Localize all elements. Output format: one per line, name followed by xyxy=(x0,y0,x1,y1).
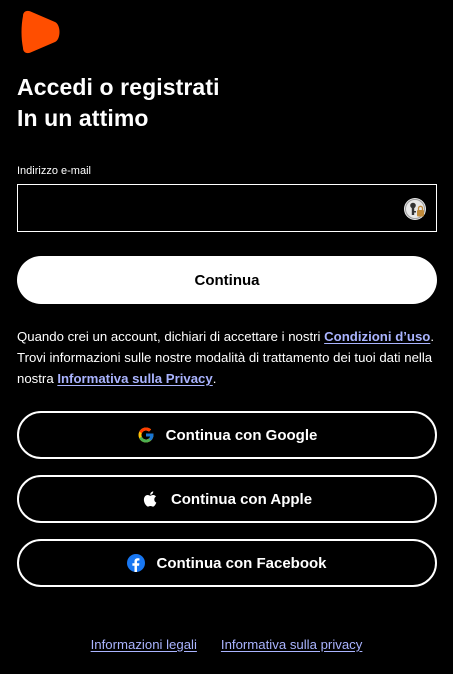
legal-info-link[interactable]: Informazioni legali xyxy=(91,637,197,652)
privacy-policy-link[interactable]: Informativa sulla Privacy xyxy=(57,371,212,386)
email-label: Indirizzo e-mail xyxy=(17,165,91,177)
legal-text-after: . xyxy=(212,371,217,386)
footer-links: Informazioni legali Informativa sulla pr… xyxy=(0,637,453,652)
email-field-container[interactable] xyxy=(17,184,437,232)
email-field[interactable] xyxy=(18,185,422,231)
continue-with-google-button[interactable]: Continua con Google xyxy=(17,411,437,459)
google-icon xyxy=(137,426,155,444)
zalando-logo-icon[interactable] xyxy=(17,10,63,54)
apple-icon xyxy=(142,490,160,508)
continue-with-apple-button[interactable]: Continua con Apple xyxy=(17,475,437,523)
facebook-icon xyxy=(127,554,146,572)
legal-notice: Quando crei un account, dichiari di acce… xyxy=(17,326,442,389)
title-line-2: In un attimo xyxy=(17,105,149,131)
footer-privacy-link[interactable]: Informativa sulla privacy xyxy=(221,637,362,652)
legal-text-before: Quando crei un account, dichiari di acce… xyxy=(17,329,325,344)
continue-with-facebook-button[interactable]: Continua con Facebook xyxy=(17,539,437,587)
password-manager-icon[interactable] xyxy=(403,197,427,221)
continue-button[interactable]: Continua xyxy=(17,256,437,304)
title-line-1: Accedi o registrati xyxy=(17,74,220,100)
google-button-label: Continua con Google xyxy=(165,426,318,444)
apple-button-label: Continua con Apple xyxy=(170,490,313,508)
terms-of-use-link[interactable]: Condizioni d’uso xyxy=(324,329,430,344)
facebook-button-label: Continua con Facebook xyxy=(156,554,327,572)
page-title: Accedi o registrati In un attimo xyxy=(17,72,220,134)
